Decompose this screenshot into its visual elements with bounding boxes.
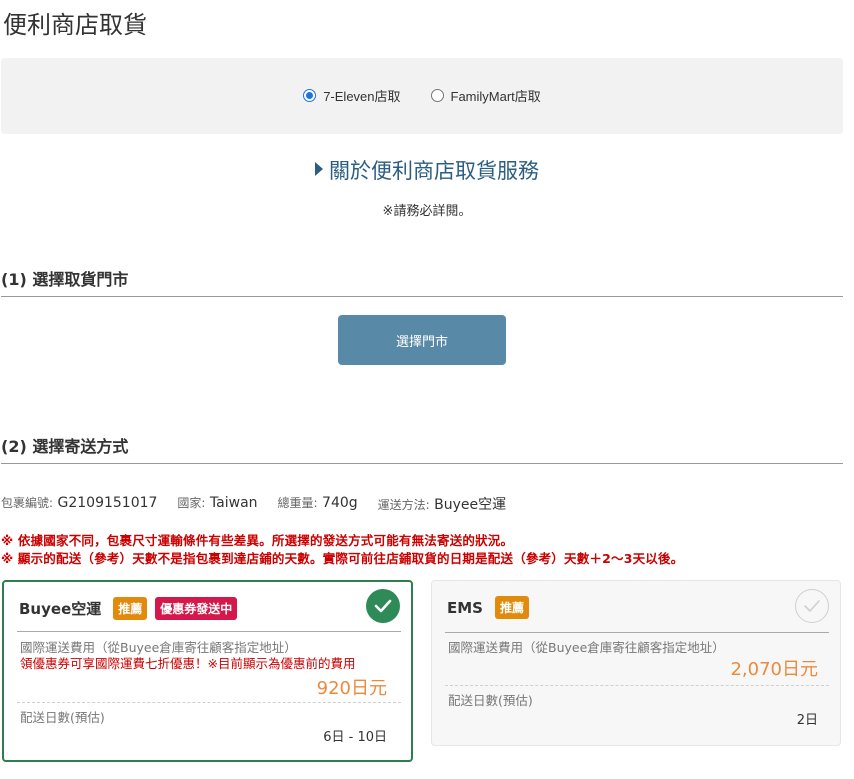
about-service-link[interactable]: 關於便利商店取貨服務 <box>0 155 854 185</box>
radio-familymart-label[interactable]: FamilyMart店取 <box>451 86 541 105</box>
about-service-label[interactable]: 關於便利商店取貨服務 <box>329 159 539 183</box>
package-method: 運送方法: Buyee空運 <box>377 497 507 513</box>
shipping-option-buyee[interactable]: Buyee空運 推薦 優惠券發送中 國際運送費用（從Buyee倉庫寄往顧客指定地… <box>2 580 413 762</box>
option-name: EMS <box>447 598 483 617</box>
option-days: 6日 - 10日 <box>323 730 387 745</box>
radio-7-eleven-button[interactable] <box>303 89 317 102</box>
section-divider <box>1 296 843 297</box>
card-divider <box>17 631 401 632</box>
card-dashed-divider <box>17 702 401 703</box>
caret-right-icon <box>315 162 323 176</box>
package-country: 國家: Taiwan <box>177 495 258 511</box>
card-divider <box>445 632 829 633</box>
radio-7-eleven-label[interactable]: 7-Eleven店取 <box>323 86 400 105</box>
shipping-option-ems[interactable]: EMS 推薦 國際運送費用（從Buyee倉庫寄往顧客指定地址） 2,070日元 … <box>431 580 841 746</box>
section-select-store-title: (1) 選擇取貨門市 <box>1 270 129 289</box>
option-header: EMS 推薦 <box>447 596 529 619</box>
days-label: 配送日數(預估) <box>448 693 533 708</box>
selected-check-icon[interactable] <box>366 589 400 623</box>
promo-note: 領優惠券可享國際運費七折優惠！※目前顯示為優惠前的費用 <box>20 656 356 671</box>
option-header: Buyee空運 推薦 優惠券發送中 <box>19 597 238 620</box>
store-type-radio-group: 7-Eleven店取 FamilyMart店取 <box>1 86 843 105</box>
section-shipping-method-title: (2) 選擇寄送方式 <box>1 437 129 456</box>
radio-familymart-button[interactable] <box>430 89 444 102</box>
warning-delivery-days: ※ 顯示的配送（參考）天數不是指包裹到達店鋪的天數。實際可前往店鋪取貨的日期是配… <box>1 551 684 566</box>
recommended-badge: 推薦 <box>113 597 148 620</box>
radio-7-eleven[interactable]: 7-Eleven店取 <box>303 86 401 105</box>
option-days: 2日 <box>796 713 818 728</box>
card-dashed-divider <box>445 685 829 686</box>
select-store-button[interactable]: 選擇門市 <box>338 315 506 365</box>
days-label: 配送日數(預估) <box>20 710 105 725</box>
must-read-note: ※請務必詳閱。 <box>382 204 472 219</box>
option-price: 920日元 <box>316 678 387 699</box>
package-id: 包裹編號: G2109151017 <box>1 495 158 511</box>
fee-label: 國際運送費用（從Buyee倉庫寄往顧客指定地址） <box>448 640 725 655</box>
section-divider <box>1 463 843 464</box>
package-info: 包裹編號: G2109151017 國家: Taiwan 總重量: 740g 運… <box>1 494 506 514</box>
store-type-panel: 7-Eleven店取 FamilyMart店取 <box>1 58 843 134</box>
page-title: 便利商店取貨 <box>3 11 147 39</box>
coupon-badge: 優惠券發送中 <box>155 597 238 620</box>
warning-size-conditions: ※ 依據國家不同，包裹尺寸運輸條件有些差異。所選擇的發送方式可能有無法寄送的狀況… <box>1 533 514 548</box>
package-weight: 總重量: 740g <box>277 495 358 511</box>
radio-familymart[interactable]: FamilyMart店取 <box>430 86 541 105</box>
option-price: 2,070日元 <box>730 659 818 680</box>
recommended-badge: 推薦 <box>494 596 529 619</box>
option-name: Buyee空運 <box>19 600 102 618</box>
unselected-check-icon[interactable] <box>795 589 829 623</box>
